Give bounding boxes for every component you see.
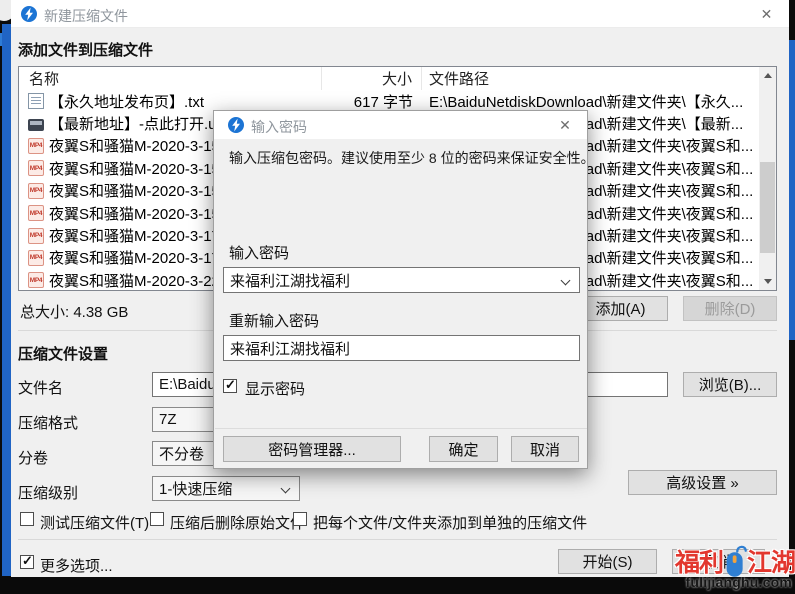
show-password-label: 显示密码	[245, 378, 305, 399]
vertical-scrollbar[interactable]	[759, 67, 776, 290]
total-size-label: 总大小: 4.38 GB	[20, 301, 128, 322]
url-file-icon	[28, 119, 44, 131]
bandizip-icon	[228, 117, 244, 133]
divider	[215, 428, 588, 429]
dialog-title: 输入密码	[251, 117, 307, 137]
volume-value: 不分卷	[159, 443, 204, 464]
format-label: 压缩格式	[18, 412, 78, 433]
start-button[interactable]: 开始(S)	[558, 549, 657, 574]
dialog-cancel-button[interactable]: 取消	[511, 436, 579, 462]
confirm-password-label: 重新输入密码	[229, 310, 319, 331]
mp4-icon-label: MP4	[30, 232, 42, 239]
file-size: 617 字节	[322, 91, 422, 112]
chevron-down-icon	[281, 484, 291, 494]
scroll-down-icon[interactable]	[759, 273, 776, 290]
format-value: 7Z	[159, 411, 177, 428]
mp4-file-icon: MP4	[28, 160, 44, 176]
delete-original-checkbox[interactable]	[150, 512, 164, 526]
mp4-file-icon: MP4	[28, 228, 44, 244]
text-file-icon	[28, 93, 44, 109]
mp4-icon-label: MP4	[30, 210, 42, 217]
file-name: 【永久地址发布页】.txt	[49, 91, 204, 112]
mp4-file-icon: MP4	[28, 250, 44, 266]
delete-original-label: 压缩后删除原始文件	[170, 512, 305, 533]
background-strip-right	[789, 40, 795, 340]
watermark-url: fulijianghu.com	[686, 574, 792, 590]
scrollbar-thumb[interactable]	[760, 162, 775, 253]
chevron-down-icon[interactable]	[561, 276, 571, 286]
column-name[interactable]: 名称	[19, 67, 322, 90]
test-archive-label: 测试压缩文件(T)	[40, 512, 149, 533]
password-manager-button[interactable]: 密码管理器...	[223, 436, 401, 462]
close-icon[interactable]: ✕	[744, 0, 789, 28]
confirm-password-input[interactable]: 来福利江湖找福利	[223, 335, 580, 361]
watermark-text-left: 福利	[675, 551, 723, 576]
column-path[interactable]: 文件路径	[422, 67, 776, 90]
confirm-password-value: 来福利江湖找福利	[230, 338, 350, 359]
separate-archive-label: 把每个文件/文件夹添加到单独的压缩文件	[313, 512, 587, 533]
mp4-icon-label: MP4	[30, 254, 42, 261]
more-options-label: 更多选项...	[40, 555, 113, 576]
show-password-checkbox[interactable]	[223, 379, 237, 393]
scroll-up-icon[interactable]	[759, 67, 776, 84]
mp4-icon-label: MP4	[30, 142, 42, 149]
advanced-settings-button[interactable]: 高级设置 »	[628, 470, 777, 495]
background-strip-left	[2, 24, 11, 576]
volume-label: 分卷	[18, 447, 48, 468]
password-label: 输入密码	[229, 242, 289, 263]
password-input[interactable]: 来福利江湖找福利	[223, 267, 580, 293]
more-options-checkbox[interactable]	[20, 555, 34, 569]
filename-label: 文件名	[18, 377, 63, 398]
level-label: 压缩级别	[18, 482, 78, 503]
watermark: 福利 江湖 fulijianghu.com	[660, 537, 795, 594]
password-dialog: 输入密码 ✕ 输入压缩包密码。建议使用至少 8 位的密码来保证安全性。 输入密码…	[213, 110, 588, 469]
watermark-text-right: 江湖	[747, 551, 795, 576]
mp4-file-icon: MP4	[28, 205, 44, 221]
file-name: 【最新地址】-点此打开.url	[49, 113, 225, 134]
ok-button[interactable]: 确定	[429, 436, 498, 462]
browse-button[interactable]: 浏览(B)...	[683, 372, 777, 397]
password-hint-text: 输入压缩包密码。建议使用至少 8 位的密码来保证安全性。	[229, 148, 588, 168]
archive-settings-header: 压缩文件设置	[18, 343, 108, 364]
add-files-header: 添加文件到压缩文件	[18, 39, 153, 60]
mp4-file-icon: MP4	[28, 138, 44, 154]
mp4-icon-label: MP4	[30, 187, 42, 194]
password-value: 来福利江湖找福利	[230, 270, 350, 291]
screen: 新建压缩文件 ✕ 添加文件到压缩文件 名称 大小 文件路径 【永久地址发布页】.…	[0, 0, 795, 594]
list-header: 名称 大小 文件路径	[19, 67, 776, 90]
mp4-icon-label: MP4	[30, 277, 42, 284]
delete-button: 删除(D)	[683, 296, 777, 321]
level-value: 1-快速压缩	[159, 478, 232, 499]
close-icon[interactable]: ✕	[547, 111, 583, 139]
mp4-file-icon: MP4	[28, 183, 44, 199]
column-size[interactable]: 大小	[322, 67, 422, 90]
test-archive-checkbox[interactable]	[20, 512, 34, 526]
window-title: 新建压缩文件	[44, 6, 128, 26]
bandizip-icon	[21, 6, 37, 22]
mp4-file-icon: MP4	[28, 272, 44, 288]
file-path: E:\BaiduNetdiskDownload\新建文件夹\【永久...	[422, 91, 776, 112]
separate-archive-checkbox[interactable]	[293, 512, 307, 526]
mp4-icon-label: MP4	[30, 165, 42, 172]
level-select[interactable]: 1-快速压缩	[152, 476, 300, 501]
